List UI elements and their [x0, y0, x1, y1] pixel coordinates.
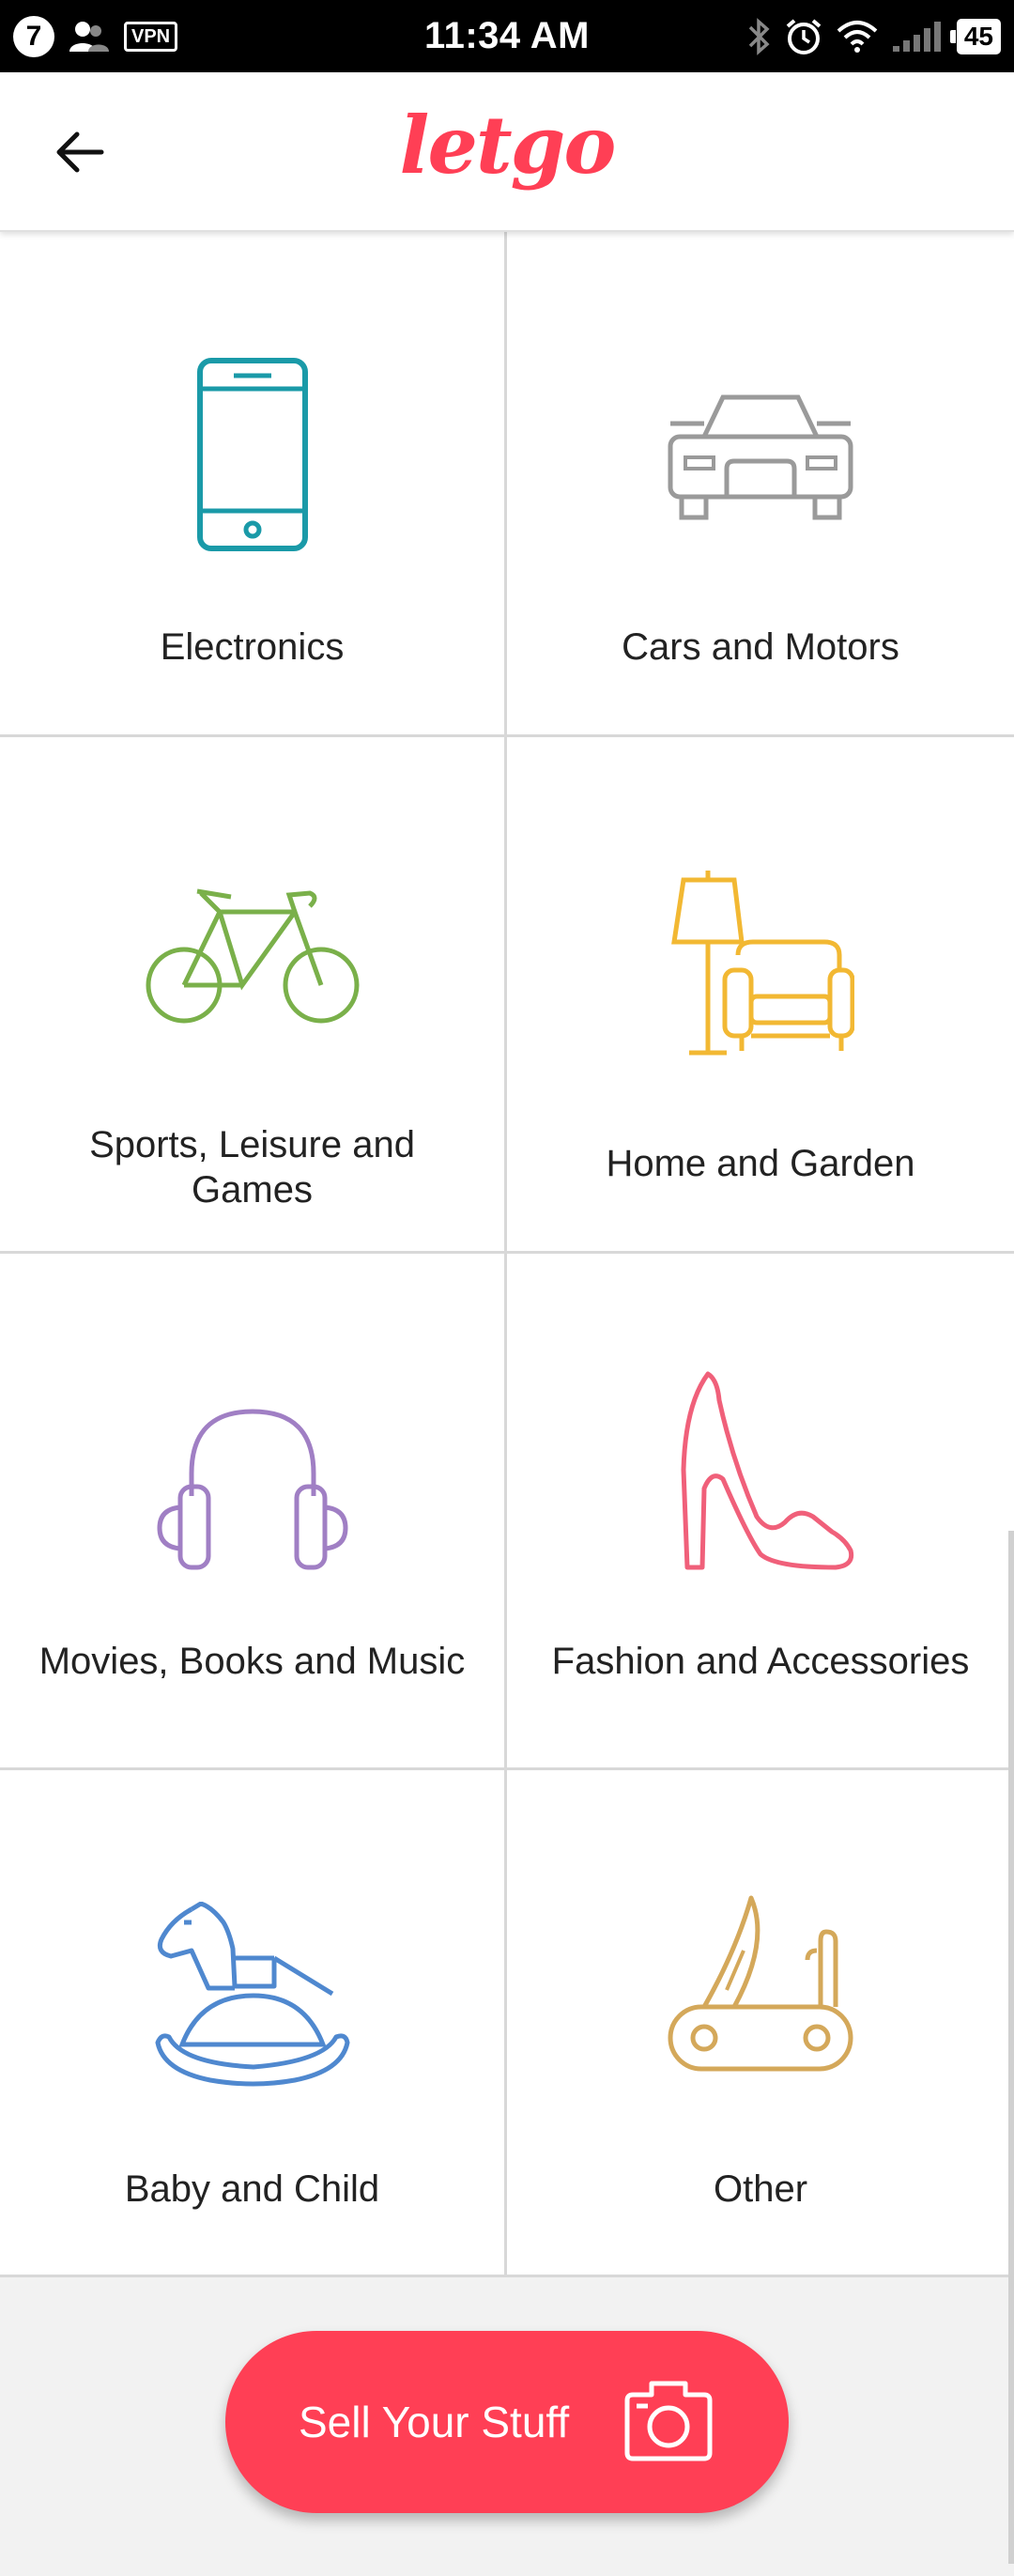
category-home-and-garden[interactable]: Home and Garden	[507, 737, 1014, 1254]
category-other[interactable]: Other	[507, 1770, 1014, 2277]
status-bar: 7 VPN 11:34 AM 45	[0, 0, 1014, 72]
wifi-icon	[837, 20, 878, 53]
category-label: Fashion and Accessories	[551, 1641, 970, 1682]
category-fashion-accessories[interactable]: Fashion and Accessories	[507, 1254, 1014, 1770]
bluetooth-icon	[748, 17, 770, 55]
sell-your-stuff-button[interactable]: Sell Your Stuff	[225, 2331, 789, 2513]
bicycle-icon	[146, 888, 359, 1024]
high-heel-icon	[681, 1371, 854, 1570]
category-label: Sports, Leisure and Games	[89, 1124, 415, 1211]
lamp-armchair-icon	[671, 871, 854, 1056]
category-cars-and-motors[interactable]: Cars and Motors	[507, 232, 1014, 737]
category-label: Baby and Child	[124, 2168, 380, 2210]
alarm-icon	[786, 18, 822, 54]
category-sports-leisure-games[interactable]: Sports, Leisure and Games	[0, 737, 507, 1254]
rocking-horse-icon	[155, 1902, 349, 2087]
category-label: Movies, Books and Music	[38, 1641, 466, 1682]
category-label: Electronics	[160, 626, 345, 668]
category-label: Cars and Motors	[622, 626, 899, 668]
smartphone-icon	[196, 358, 308, 551]
camera-icon	[624, 2381, 713, 2461]
headphones-icon	[156, 1409, 348, 1570]
category-electronics[interactable]: Electronics	[0, 232, 507, 737]
car-icon	[668, 394, 853, 520]
category-label: Other	[713, 2168, 808, 2210]
category-movies-books-music[interactable]: Movies, Books and Music	[0, 1254, 507, 1770]
scrollbar[interactable]	[1008, 1531, 1014, 2564]
category-baby-and-child[interactable]: Baby and Child	[0, 1770, 507, 2277]
letgo-logo: letgo	[399, 99, 617, 192]
category-label: Home and Garden	[606, 1143, 915, 1184]
app-bar: letgo	[0, 72, 1014, 232]
battery-indicator: 45	[949, 18, 1001, 54]
status-right: 45	[746, 0, 1001, 72]
signal-icon	[892, 21, 941, 52]
category-grid: Electronics Cars and Motors Sports, Leis…	[0, 232, 1014, 2277]
sell-button-label: Sell Your Stuff	[299, 2398, 570, 2446]
pocket-knife-icon	[668, 1895, 853, 2072]
